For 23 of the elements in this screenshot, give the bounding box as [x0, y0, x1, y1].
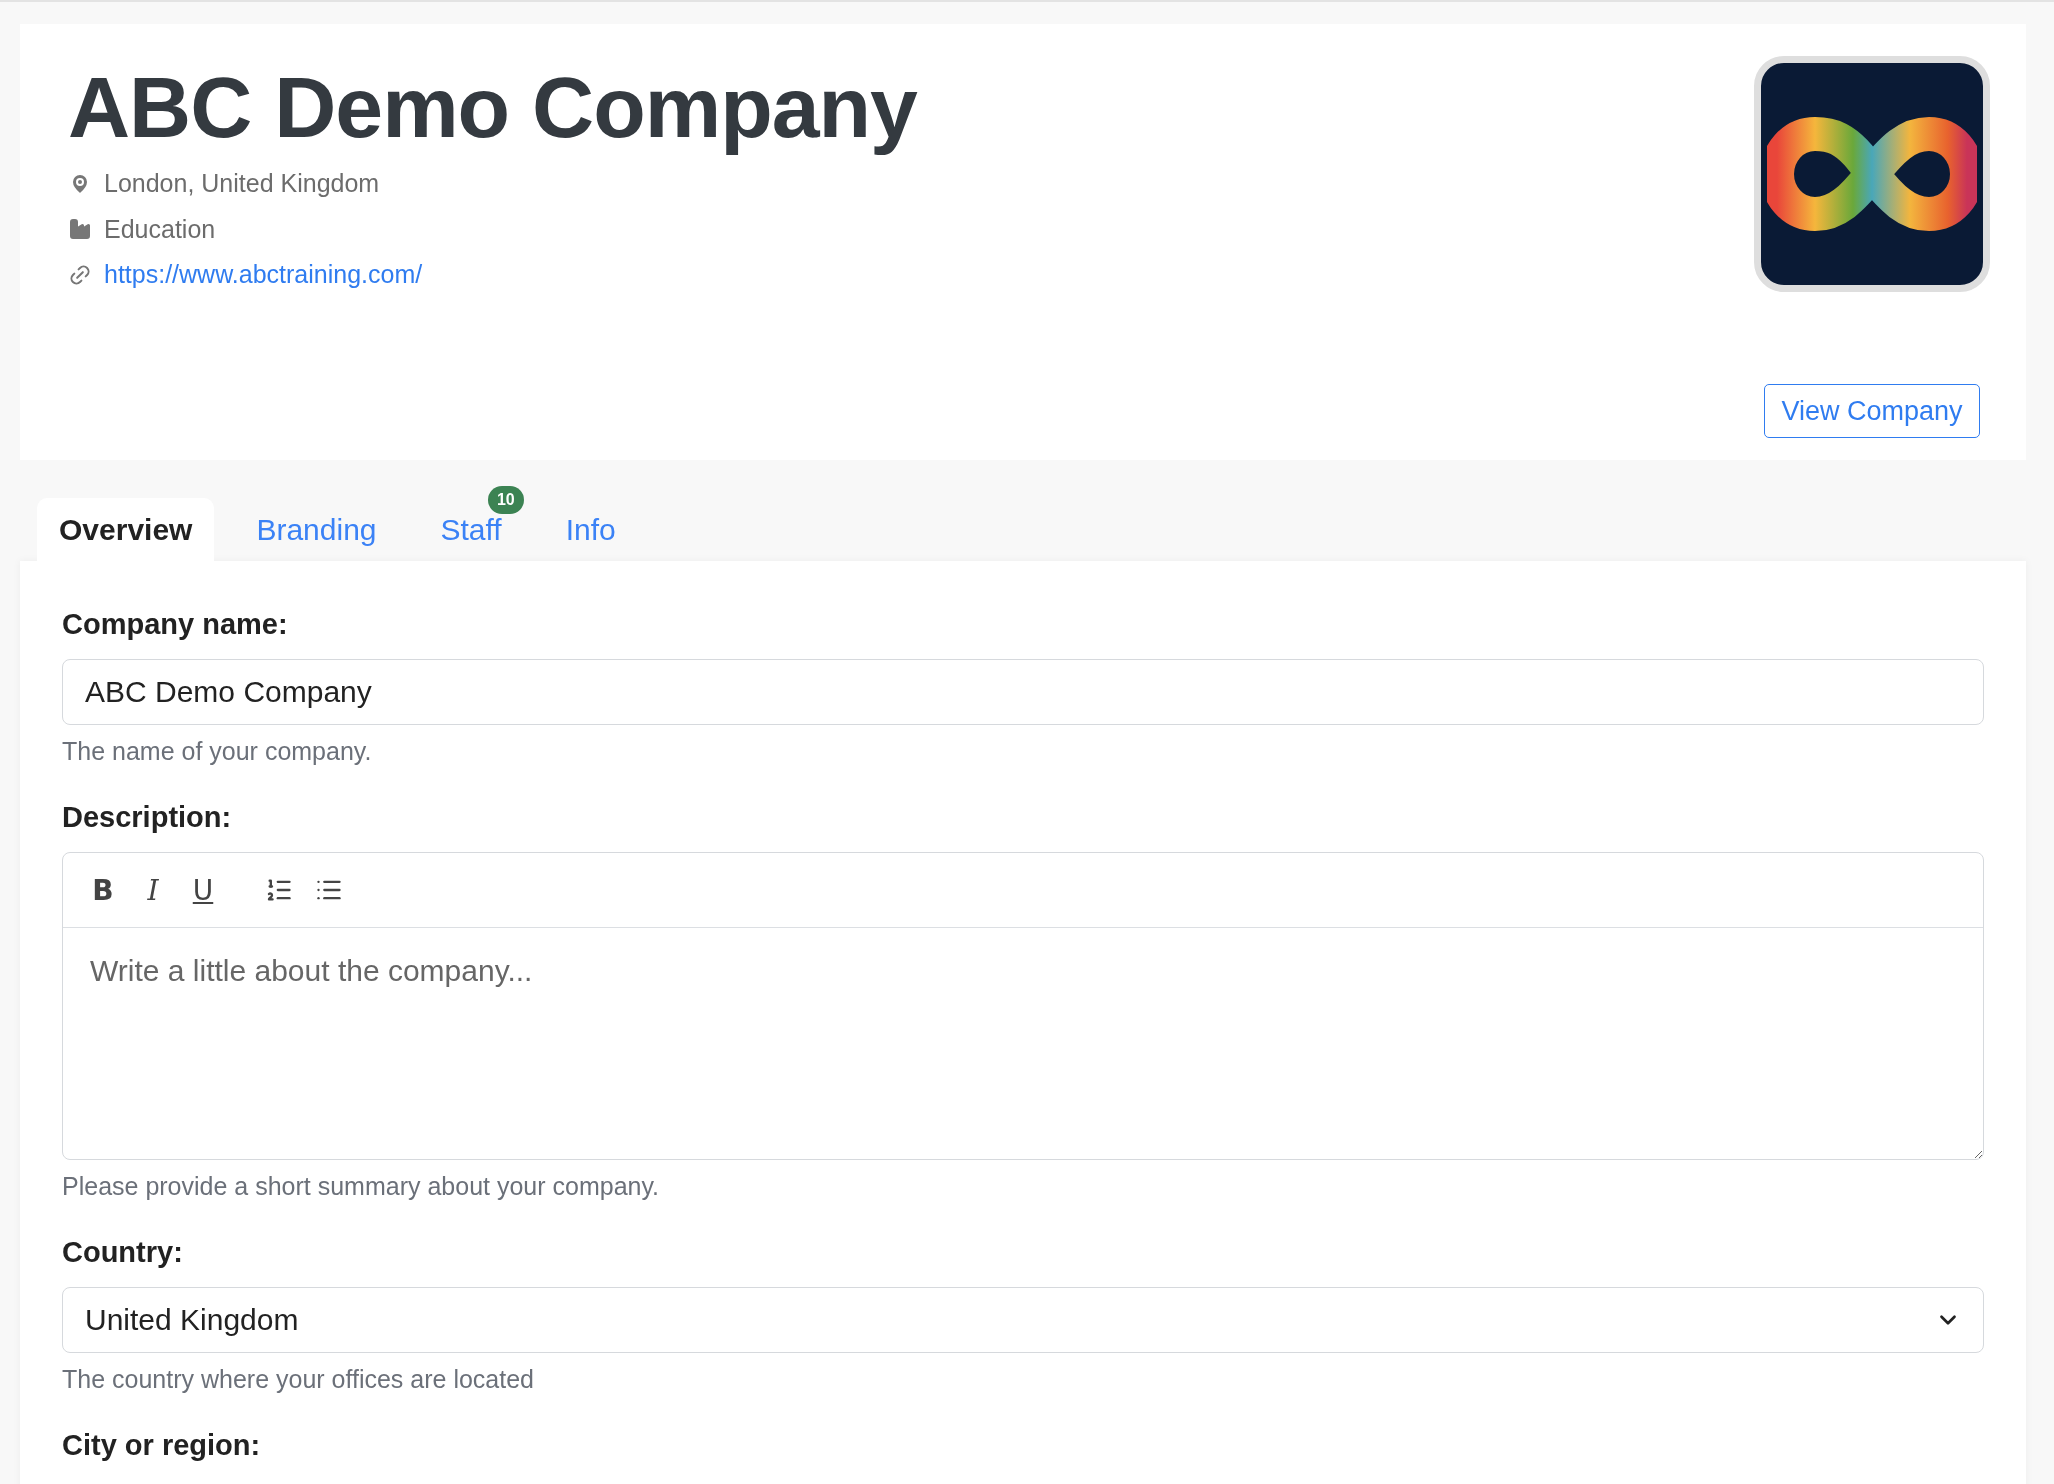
italic-button[interactable]: I [135, 869, 171, 910]
text-field[interactable]: ABC Demo Company [62, 658, 1984, 725]
infinity-logo-icon [1767, 114, 1977, 234]
underline-button[interactable]: U [185, 869, 221, 910]
help-text: The country where your offices are located [62, 1363, 535, 1395]
count-badge: 10 [487, 486, 524, 514]
field-label: Company name: [62, 607, 289, 642]
rich-text-editor[interactable]: B I U Write a little about the company... [62, 851, 1984, 1160]
factory-icon [68, 217, 92, 242]
industry-text: Education [104, 213, 216, 245]
help-text: The name of your company. [62, 735, 373, 767]
location-text: London, United Kingdom [104, 168, 380, 200]
tab[interactable]: Staff 10 [418, 486, 524, 561]
bold-button[interactable]: B [85, 869, 121, 910]
view-company-button[interactable]: View Company [1764, 384, 1980, 438]
field-label: Country: [62, 1235, 184, 1270]
help-text: Please provide a short summary about your company. [62, 1170, 661, 1202]
field-label: City or region: [62, 1428, 262, 1463]
website-link[interactable]: https://www.abctraining.com/ [104, 256, 423, 294]
country-select[interactable]: United Kingdom [62, 1286, 1984, 1353]
tab[interactable]: Overview [37, 498, 215, 561]
company-title: ABC Demo Company [68, 58, 917, 157]
field-label: Description: [62, 800, 233, 835]
